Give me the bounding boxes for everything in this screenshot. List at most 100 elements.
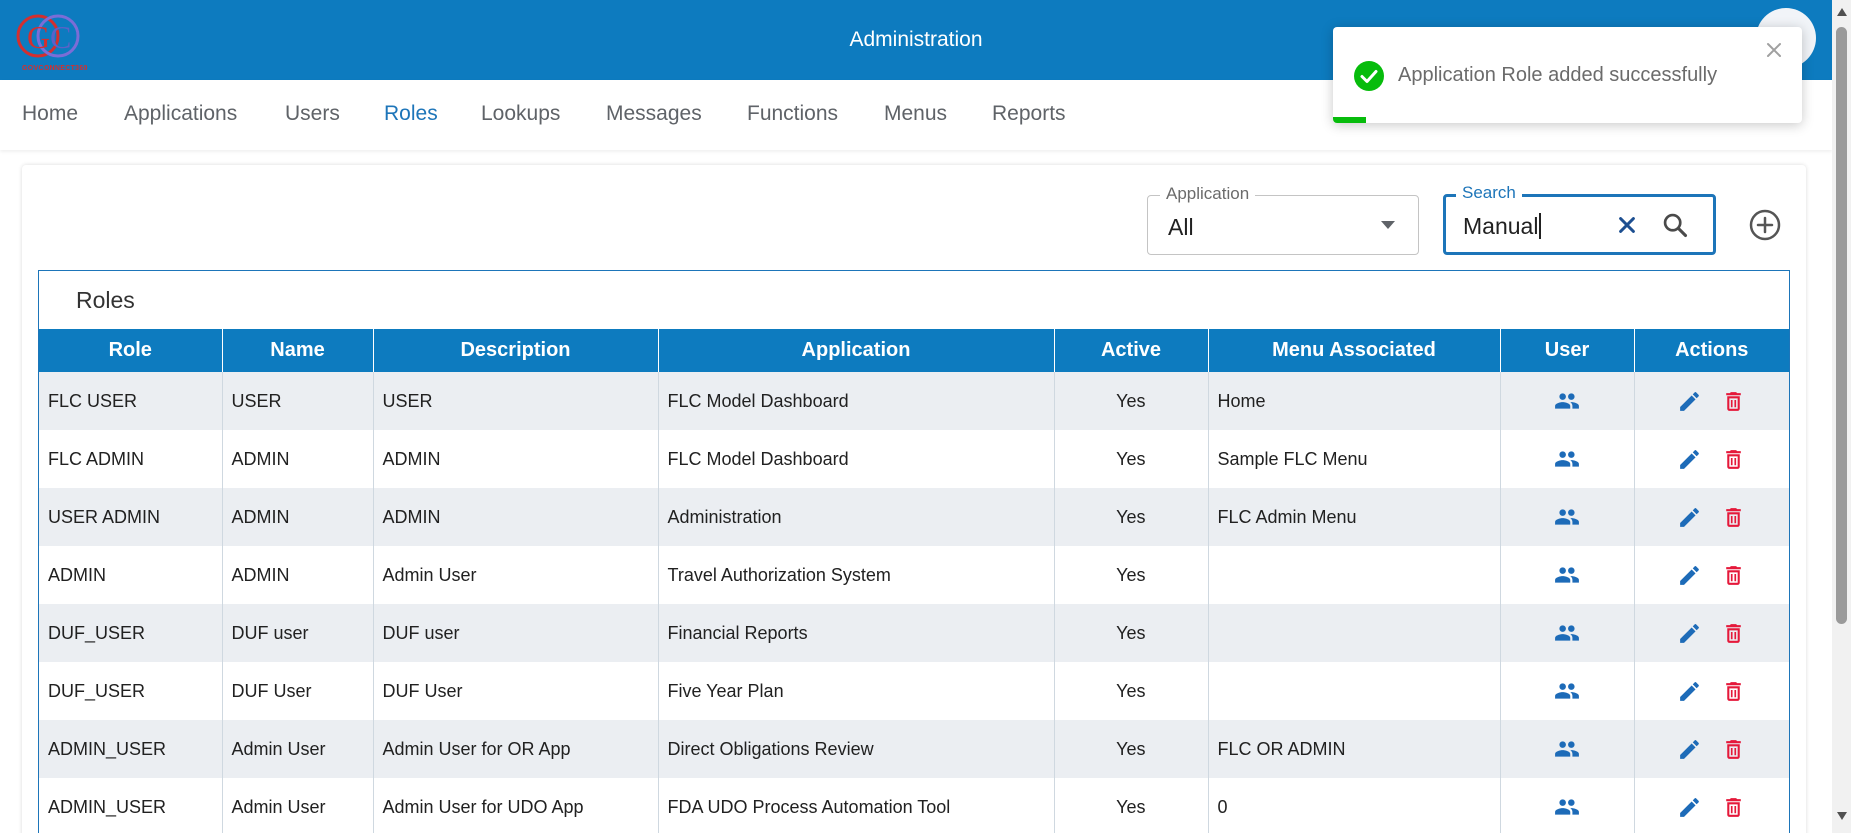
cell-user <box>1500 488 1635 546</box>
cell-role: ADMIN_USER <box>39 778 223 833</box>
edit-role-button[interactable] <box>1676 445 1704 473</box>
table-row[interactable]: FLC USER USER USER FLC Model Dashboard Yes Ho… <box>39 372 1789 430</box>
edit-role-button[interactable] <box>1676 735 1704 763</box>
cell-user <box>1500 430 1635 488</box>
cell-application: FLC Model Dashboard <box>658 430 1055 488</box>
delete-role-button[interactable] <box>1720 677 1748 705</box>
delete-role-button[interactable] <box>1720 735 1748 763</box>
cell-name: USER <box>222 372 374 430</box>
cell-menu-associated: FLC OR ADMIN <box>1208 720 1501 778</box>
delete-role-button[interactable] <box>1720 619 1748 647</box>
edit-role-button[interactable] <box>1676 619 1704 647</box>
view-users-button[interactable] <box>1553 503 1581 531</box>
cell-description: USER <box>373 372 659 430</box>
nav-applications[interactable]: Applications <box>124 102 237 126</box>
cell-active: Yes <box>1054 720 1209 778</box>
view-users-button[interactable] <box>1553 561 1581 589</box>
table-row[interactable]: FLC ADMIN ADMIN ADMIN FLC Model Dashboard Ye… <box>39 430 1789 488</box>
cell-description: Admin User <box>373 546 659 604</box>
nav-roles[interactable]: Roles <box>384 102 438 126</box>
view-users-button[interactable] <box>1553 677 1581 705</box>
people-icon <box>1555 625 1579 641</box>
roles-table: Role Name Description Application Active… <box>39 329 1789 833</box>
nav-functions[interactable]: Functions <box>747 102 838 126</box>
cell-role: DUF_USER <box>39 604 223 662</box>
pencil-icon <box>1680 681 1700 701</box>
page-scrollbar[interactable] <box>1832 0 1851 833</box>
cell-user <box>1500 720 1635 778</box>
cell-user <box>1500 662 1635 720</box>
search-input[interactable]: Manual <box>1463 213 1542 240</box>
table-row[interactable]: DUF_USER DUF User DUF User Five Year Plan Ye… <box>39 662 1789 720</box>
people-icon <box>1555 509 1579 525</box>
edit-role-button[interactable] <box>1676 677 1704 705</box>
col-active[interactable]: Active <box>1054 329 1209 372</box>
delete-role-button[interactable] <box>1720 503 1748 531</box>
col-role[interactable]: Role <box>39 329 223 372</box>
cell-menu-associated <box>1208 604 1501 662</box>
nav-home[interactable]: Home <box>22 102 78 126</box>
close-icon[interactable] <box>1765 41 1783 59</box>
nav-reports[interactable]: Reports <box>992 102 1066 126</box>
table-row[interactable]: ADMIN_USER Admin User Admin User for UDO A… <box>39 778 1789 833</box>
chevron-down-icon[interactable] <box>1380 220 1396 230</box>
scroll-up-arrow[interactable] <box>1837 8 1847 16</box>
success-toast: Application Role added successfully <box>1333 27 1802 123</box>
cell-menu-associated <box>1208 662 1501 720</box>
cell-application: Financial Reports <box>658 604 1055 662</box>
nav-menus[interactable]: Menus <box>884 102 947 126</box>
view-users-button[interactable] <box>1553 619 1581 647</box>
edit-role-button[interactable] <box>1676 561 1704 589</box>
view-users-button[interactable] <box>1553 445 1581 473</box>
col-description[interactable]: Description <box>373 329 659 372</box>
cell-actions <box>1634 430 1789 488</box>
plus-circle-icon[interactable] <box>1748 208 1782 242</box>
roles-panel: Roles Role Name Description Application … <box>38 270 1790 833</box>
check-circle-icon <box>1354 61 1384 91</box>
view-users-button[interactable] <box>1553 387 1581 415</box>
application-select[interactable]: Application All <box>1147 184 1419 255</box>
delete-role-button[interactable] <box>1720 387 1748 415</box>
view-users-button[interactable] <box>1553 735 1581 763</box>
edit-role-button[interactable] <box>1676 503 1704 531</box>
edit-role-button[interactable] <box>1676 387 1704 415</box>
search-field[interactable]: Search Manual <box>1443 183 1716 255</box>
nav-lookups[interactable]: Lookups <box>481 102 560 126</box>
cell-role: FLC USER <box>39 372 223 430</box>
cell-user <box>1500 546 1635 604</box>
cell-active: Yes <box>1054 662 1209 720</box>
cell-application: Direct Obligations Review <box>658 720 1055 778</box>
col-name[interactable]: Name <box>222 329 374 372</box>
cell-actions <box>1634 488 1789 546</box>
table-row[interactable]: ADMIN ADMIN Admin User Travel Authorization… <box>39 546 1789 604</box>
view-users-button[interactable] <box>1553 793 1581 821</box>
col-actions: Actions <box>1634 329 1789 372</box>
people-icon <box>1555 741 1579 757</box>
trash-icon <box>1726 739 1742 759</box>
table-row[interactable]: USER ADMIN ADMIN ADMIN Administration Yes FLC… <box>39 488 1789 546</box>
search-input-value: Manual <box>1463 213 1539 239</box>
people-icon <box>1555 567 1579 583</box>
cell-name: ADMIN <box>222 546 374 604</box>
delete-role-button[interactable] <box>1720 561 1748 589</box>
application-label: Application <box>1160 184 1256 204</box>
delete-role-button[interactable] <box>1720 793 1748 821</box>
table-row[interactable]: DUF_USER DUF user DUF user Financial Report… <box>39 604 1789 662</box>
cell-actions <box>1634 720 1789 778</box>
scroll-down-arrow[interactable] <box>1837 812 1847 820</box>
nav-messages[interactable]: Messages <box>606 102 702 126</box>
scroll-thumb[interactable] <box>1836 27 1847 624</box>
clear-icon[interactable] <box>1616 214 1638 236</box>
cell-application: Administration <box>658 488 1055 546</box>
people-icon <box>1555 393 1579 409</box>
delete-role-button[interactable] <box>1720 445 1748 473</box>
edit-role-button[interactable] <box>1676 793 1704 821</box>
cell-active: Yes <box>1054 372 1209 430</box>
search-icon[interactable] <box>1661 211 1689 239</box>
cell-name: ADMIN <box>222 488 374 546</box>
col-menu-associated[interactable]: Menu Associated <box>1208 329 1501 372</box>
cell-active: Yes <box>1054 604 1209 662</box>
col-application[interactable]: Application <box>658 329 1055 372</box>
nav-users[interactable]: Users <box>285 102 340 126</box>
table-row[interactable]: ADMIN_USER Admin User Admin User for OR Ap… <box>39 720 1789 778</box>
